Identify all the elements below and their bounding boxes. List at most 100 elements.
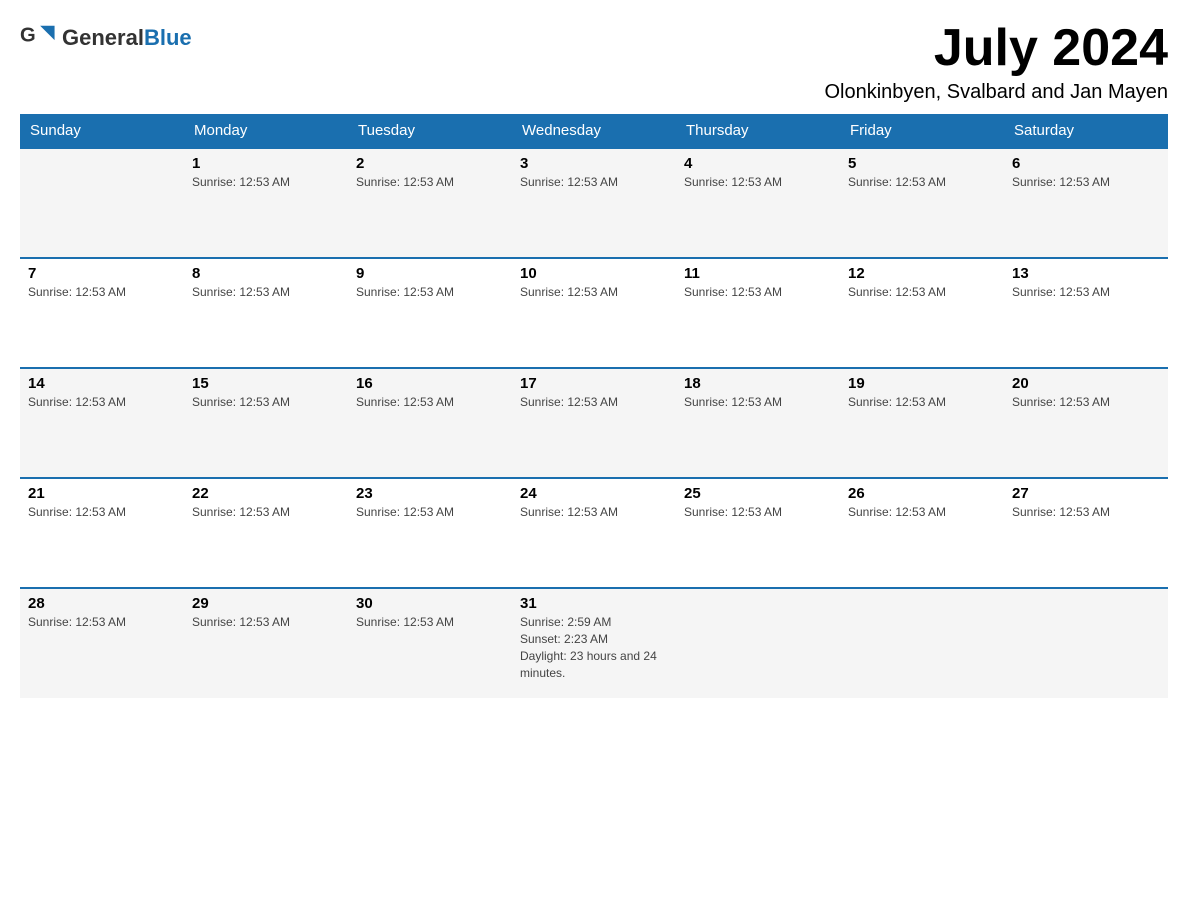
calendar-cell: 14Sunrise: 12:53 AM xyxy=(20,368,184,478)
day-info: Sunrise: 12:53 AM xyxy=(28,614,176,631)
calendar-cell: 24Sunrise: 12:53 AM xyxy=(512,478,676,588)
day-info: Sunrise: 12:53 AM xyxy=(684,504,832,521)
weekday-header-tuesday: Tuesday xyxy=(348,114,512,148)
day-info: Sunrise: 12:53 AM xyxy=(1012,504,1160,521)
weekday-header-row: SundayMondayTuesdayWednesdayThursdayFrid… xyxy=(20,114,1168,148)
day-number: 17 xyxy=(520,375,668,392)
day-info: Sunrise: 12:53 AM xyxy=(520,394,668,411)
calendar-cell: 17 Sunrise: 12:53 AM xyxy=(512,368,676,478)
day-info: Sunrise: 12:53 AM xyxy=(1012,394,1160,411)
day-number: 11 xyxy=(684,265,832,282)
calendar-cell: 26 Sunrise: 12:53 AM xyxy=(840,478,1004,588)
calendar-cell: 21 Sunrise: 12:53 AM xyxy=(20,478,184,588)
calendar-cell: 23Sunrise: 12:53 AM xyxy=(348,478,512,588)
day-info: Sunrise: 12:53 AM xyxy=(684,174,832,191)
calendar-week-row: 28Sunrise: 12:53 AM29Sunrise: 12:53 AM30… xyxy=(20,588,1168,698)
location-title: Olonkinbyen, Svalbard and Jan Mayen xyxy=(824,81,1168,104)
day-info: Sunrise: 12:53 AM xyxy=(356,284,504,301)
calendar-cell: 12Sunrise: 12:53 AM xyxy=(840,258,1004,368)
day-info: Sunrise: 12:53 AM xyxy=(28,504,176,521)
calendar-cell: 31Sunrise: 2:59 AMSunset: 2:23 AMDayligh… xyxy=(512,588,676,698)
day-info: Sunrise: 12:53 AM xyxy=(1012,284,1160,301)
day-number: 9 xyxy=(356,265,504,282)
weekday-header-sunday: Sunday xyxy=(20,114,184,148)
day-number: 21 xyxy=(28,485,176,502)
day-number: 6 xyxy=(1012,155,1160,172)
calendar-cell: 8Sunrise: 12:53 AM xyxy=(184,258,348,368)
weekday-header-monday: Monday xyxy=(184,114,348,148)
day-number: 22 xyxy=(192,485,340,502)
day-number: 1 xyxy=(192,155,340,172)
weekday-header-wednesday: Wednesday xyxy=(512,114,676,148)
calendar-cell xyxy=(20,148,184,258)
day-number: 24 xyxy=(520,485,668,502)
day-info: Sunrise: 12:53 AM xyxy=(192,174,340,191)
day-number: 27 xyxy=(1012,485,1160,502)
day-number: 4 xyxy=(684,155,832,172)
calendar-cell: 3Sunrise: 12:53 AM xyxy=(512,148,676,258)
calendar-cell: 9 Sunrise: 12:53 AM xyxy=(348,258,512,368)
day-info: Sunrise: 12:53 AM xyxy=(356,394,504,411)
calendar-cell xyxy=(676,588,840,698)
logo: G GeneralBlue xyxy=(20,20,192,56)
calendar-cell: 27 Sunrise: 12:53 AM xyxy=(1004,478,1168,588)
calendar-cell: 16 Sunrise: 12:53 AM xyxy=(348,368,512,478)
day-number: 13 xyxy=(1012,265,1160,282)
calendar-cell: 22 Sunrise: 12:53 AM xyxy=(184,478,348,588)
calendar-cell: 2 Sunrise: 12:53 AM xyxy=(348,148,512,258)
calendar-cell: 1 Sunrise: 12:53 AM xyxy=(184,148,348,258)
day-info: Sunrise: 12:53 AM xyxy=(848,174,996,191)
logo-text-blue: Blue xyxy=(144,25,192,50)
day-number: 18 xyxy=(684,375,832,392)
weekday-header-thursday: Thursday xyxy=(676,114,840,148)
page-header: G GeneralBlue July 2024 Olonkinbyen, Sva… xyxy=(20,20,1168,104)
day-number: 8 xyxy=(192,265,340,282)
day-info: Sunrise: 2:59 AMSunset: 2:23 AMDaylight:… xyxy=(520,614,668,681)
calendar-cell: 6 Sunrise: 12:53 AM xyxy=(1004,148,1168,258)
calendar-cell: 18 Sunrise: 12:53 AM xyxy=(676,368,840,478)
day-info: Sunrise: 12:53 AM xyxy=(1012,174,1160,191)
calendar-cell: 13 Sunrise: 12:53 AM xyxy=(1004,258,1168,368)
calendar-cell: 10 Sunrise: 12:53 AM xyxy=(512,258,676,368)
calendar-week-row: 7Sunrise: 12:53 AM8Sunrise: 12:53 AM9Sun… xyxy=(20,258,1168,368)
day-info: Sunrise: 12:53 AM xyxy=(684,394,832,411)
calendar-cell: 7 Sunrise: 12:53 AM xyxy=(20,258,184,368)
day-info: Sunrise: 12:53 AM xyxy=(520,284,668,301)
calendar-cell: 25Sunrise: 12:53 AM xyxy=(676,478,840,588)
weekday-header-saturday: Saturday xyxy=(1004,114,1168,148)
day-number: 2 xyxy=(356,155,504,172)
day-info: Sunrise: 12:53 AM xyxy=(356,174,504,191)
day-info: Sunrise: 12:53 AM xyxy=(520,174,668,191)
day-number: 20 xyxy=(1012,375,1160,392)
day-info: Sunrise: 12:53 AM xyxy=(848,504,996,521)
day-number: 10 xyxy=(520,265,668,282)
day-number: 12 xyxy=(848,265,996,282)
title-block: July 2024 Olonkinbyen, Svalbard and Jan … xyxy=(824,20,1168,104)
day-info: Sunrise: 12:53 AM xyxy=(848,394,996,411)
day-number: 14 xyxy=(28,375,176,392)
calendar-cell xyxy=(840,588,1004,698)
calendar-body: 1Sunrise: 12:53 AM2Sunrise: 12:53 AM3Sun… xyxy=(20,148,1168,698)
calendar-cell: 4 Sunrise: 12:53 AM xyxy=(676,148,840,258)
weekday-header-friday: Friday xyxy=(840,114,1004,148)
day-info: Sunrise: 12:53 AM xyxy=(28,284,176,301)
calendar-week-row: 1Sunrise: 12:53 AM2Sunrise: 12:53 AM3Sun… xyxy=(20,148,1168,258)
day-number: 19 xyxy=(848,375,996,392)
day-number: 26 xyxy=(848,485,996,502)
calendar-cell: 28Sunrise: 12:53 AM xyxy=(20,588,184,698)
day-number: 16 xyxy=(356,375,504,392)
calendar-table: SundayMondayTuesdayWednesdayThursdayFrid… xyxy=(20,114,1168,698)
logo-text-general: General xyxy=(62,25,144,50)
day-number: 15 xyxy=(192,375,340,392)
calendar-cell: 29Sunrise: 12:53 AM xyxy=(184,588,348,698)
day-number: 7 xyxy=(28,265,176,282)
calendar-week-row: 14Sunrise: 12:53 AM15Sunrise: 12:53 AM16… xyxy=(20,368,1168,478)
calendar-cell: 19 Sunrise: 12:53 AM xyxy=(840,368,1004,478)
day-info: Sunrise: 12:53 AM xyxy=(192,504,340,521)
month-title: July 2024 xyxy=(824,20,1168,77)
svg-text:G: G xyxy=(20,25,36,47)
day-number: 30 xyxy=(356,595,504,612)
day-info: Sunrise: 12:53 AM xyxy=(356,504,504,521)
calendar-cell: 11Sunrise: 12:53 AM xyxy=(676,258,840,368)
calendar-cell: 30Sunrise: 12:53 AM xyxy=(348,588,512,698)
